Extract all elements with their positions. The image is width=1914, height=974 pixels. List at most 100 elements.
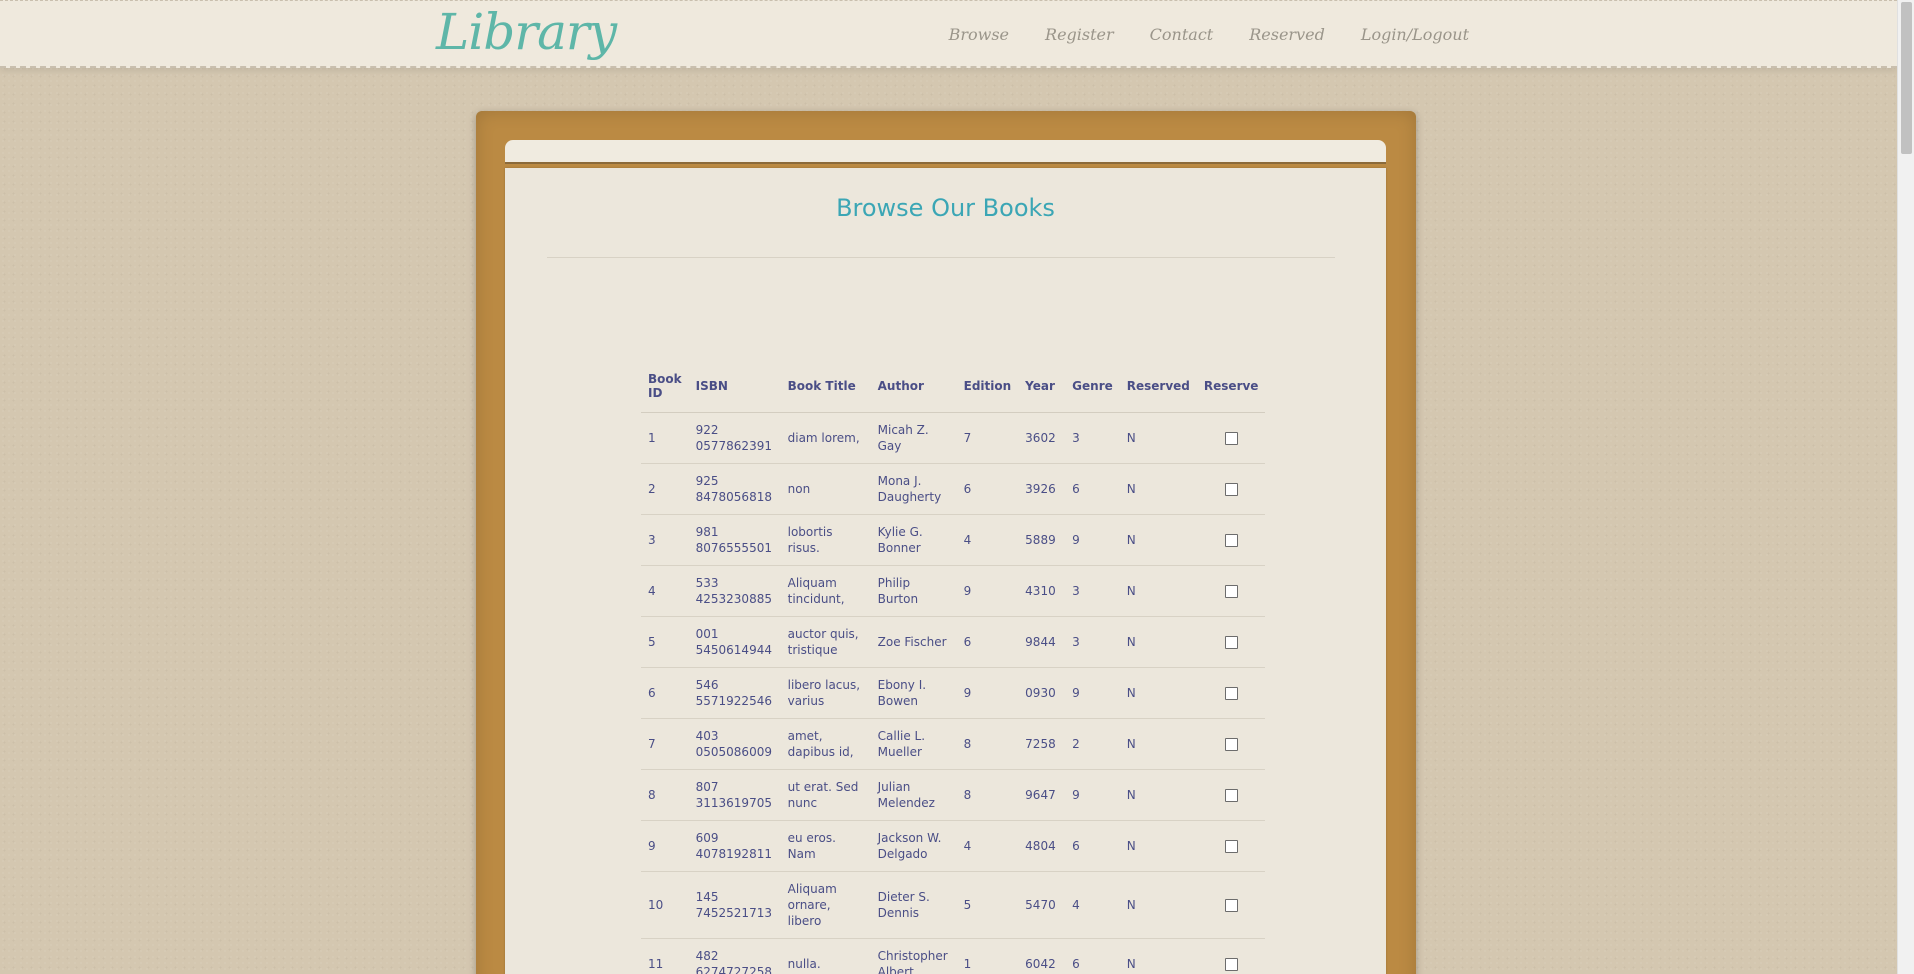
reserve-checkbox[interactable] (1224, 686, 1238, 700)
cell-book-id: 1 (641, 412, 689, 464)
top-header: Library Browse Register Contact Reserved… (0, 0, 1897, 68)
cell-book-id: 8 (641, 769, 689, 821)
cell-genre: 6 (1065, 463, 1120, 515)
cell-isbn: 145 7452521713 (688, 871, 781, 939)
cell-reserve (1196, 412, 1266, 464)
reserve-checkbox[interactable] (1224, 898, 1238, 912)
title-divider (547, 257, 1335, 258)
cell-edition: 4 (956, 820, 1019, 872)
cell-isbn: 922 0577862391 (688, 412, 781, 464)
cell-genre: 6 (1065, 938, 1120, 974)
nav-reserved[interactable]: Reserved (1249, 25, 1325, 44)
cell-reserved: N (1119, 667, 1197, 719)
cell-reserve (1196, 616, 1266, 668)
cell-author: Ebony I. Bowen (870, 667, 957, 719)
col-book-id: Book ID (641, 360, 689, 413)
cell-book-title: Aliquam tincidunt, (780, 565, 871, 617)
col-reserve: Reserve (1196, 360, 1266, 413)
nav-contact[interactable]: Contact (1150, 25, 1214, 44)
col-isbn: ISBN (688, 360, 781, 413)
cell-book-title: libero lacus, varius (780, 667, 871, 719)
cell-book-id: 7 (641, 718, 689, 770)
scrollbar-thumb[interactable] (1901, 2, 1912, 154)
cell-author: Mona J. Daugherty (870, 463, 957, 515)
cell-reserved: N (1119, 463, 1197, 515)
col-year: Year (1018, 360, 1066, 413)
table-row: 11 482 6274727258 nulla. Christopher Albert… (641, 938, 1266, 974)
main-nav: Browse Register Contact Reserved Login/L… (949, 25, 1469, 44)
cell-book-id: 2 (641, 463, 689, 515)
cell-book-title: lobortis risus. (780, 514, 871, 566)
paper-top-strip (505, 140, 1386, 164)
cell-book-id: 3 (641, 514, 689, 566)
reserve-checkbox[interactable] (1224, 533, 1238, 547)
cell-isbn: 981 8076555501 (688, 514, 781, 566)
cell-isbn: 403 0505086009 (688, 718, 781, 770)
table-row: 9 609 4078192811 eu eros. Nam Jackson W. De… (641, 820, 1266, 872)
table-row: 6 546 5571922546 libero lacus, varius Ebony… (641, 667, 1266, 719)
cell-isbn: 925 8478056818 (688, 463, 781, 515)
cell-year: 5470 (1018, 871, 1066, 939)
cell-year: 3926 (1018, 463, 1066, 515)
cell-edition: 8 (956, 769, 1019, 821)
cell-genre: 9 (1065, 769, 1120, 821)
table-row: 7 403 0505086009 amet, dapibus id, Callie L… (641, 718, 1266, 770)
col-edition: Edition (956, 360, 1019, 413)
cell-genre: 3 (1065, 412, 1120, 464)
cell-year: 5889 (1018, 514, 1066, 566)
cell-year: 9844 (1018, 616, 1066, 668)
books-table: Book ID ISBN Book Title Author Edition Y… (641, 360, 1266, 974)
reserve-checkbox[interactable] (1224, 431, 1238, 445)
cell-reserve (1196, 565, 1266, 617)
cell-book-title: amet, dapibus id, (780, 718, 871, 770)
cell-book-id: 5 (641, 616, 689, 668)
cell-edition: 9 (956, 565, 1019, 617)
nav-browse[interactable]: Browse (949, 25, 1009, 44)
site-logo[interactable]: Library (436, 3, 617, 61)
reserve-checkbox[interactable] (1224, 584, 1238, 598)
cell-genre: 9 (1065, 514, 1120, 566)
cell-book-id: 4 (641, 565, 689, 617)
cell-reserve (1196, 667, 1266, 719)
col-book-id-label: Book ID (648, 371, 682, 400)
nav-login-logout[interactable]: Login/Logout (1361, 25, 1469, 44)
reserve-checkbox[interactable] (1224, 957, 1238, 971)
cell-year: 4804 (1018, 820, 1066, 872)
cell-edition: 5 (956, 871, 1019, 939)
cell-edition: 1 (956, 938, 1019, 974)
cell-reserved: N (1119, 565, 1197, 617)
table-row: 2 925 8478056818 non Mona J. Daugherty 6 3926… (641, 463, 1266, 515)
cell-genre: 4 (1065, 871, 1120, 939)
col-author: Author (870, 360, 957, 413)
cell-book-title: diam lorem, (780, 412, 871, 464)
cell-reserve (1196, 718, 1266, 770)
cell-isbn: 001 5450614944 (688, 616, 781, 668)
reserve-checkbox[interactable] (1224, 839, 1238, 853)
cell-author: Christopher Albert (870, 938, 957, 974)
reserve-checkbox[interactable] (1224, 737, 1238, 751)
cell-genre: 6 (1065, 820, 1120, 872)
reserve-checkbox[interactable] (1224, 482, 1238, 496)
cell-year: 9647 (1018, 769, 1066, 821)
cell-reserved: N (1119, 514, 1197, 566)
cell-author: Callie L. Mueller (870, 718, 957, 770)
reserve-checkbox[interactable] (1224, 788, 1238, 802)
cell-reserved: N (1119, 412, 1197, 464)
cell-book-id: 9 (641, 820, 689, 872)
table-row: 10 145 7452521713 Aliquam ornare, libero Di… (641, 871, 1266, 939)
cell-author: Kylie G. Bonner (870, 514, 957, 566)
nav-register[interactable]: Register (1045, 25, 1114, 44)
cell-author: Dieter S. Dennis (870, 871, 957, 939)
cell-year: 6042 (1018, 938, 1066, 974)
cell-author: Micah Z. Gay (870, 412, 957, 464)
cell-author: Jackson W. Delgado (870, 820, 957, 872)
cell-reserved: N (1119, 871, 1197, 939)
cell-edition: 4 (956, 514, 1019, 566)
page-scrollbar[interactable] (1897, 0, 1914, 974)
reserve-checkbox[interactable] (1224, 635, 1238, 649)
clipboard-frame: Browse Our Books Book ID ISBN Book Title… (476, 111, 1416, 974)
table-body: 1 922 0577862391 diam lorem, Micah Z. Gay 7 3… (641, 412, 1266, 974)
cell-author: Zoe Fischer (870, 616, 957, 668)
cell-reserve (1196, 871, 1266, 939)
cell-edition: 6 (956, 463, 1019, 515)
